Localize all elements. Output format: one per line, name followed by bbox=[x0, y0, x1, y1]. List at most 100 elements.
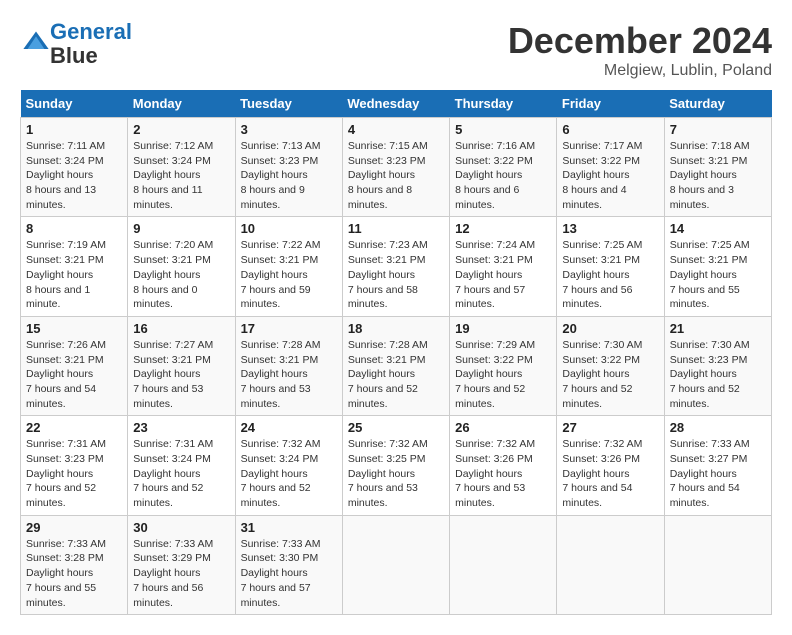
header-monday: Monday bbox=[128, 90, 235, 118]
empty-cell bbox=[342, 515, 449, 614]
day-info-4: Sunrise: 7:15 AM Sunset: 3:23 PM Dayligh… bbox=[348, 139, 444, 212]
calendar-row-4: 22 Sunrise: 7:31 AM Sunset: 3:23 PM Dayl… bbox=[21, 416, 772, 515]
day-cell-12: 12 Sunrise: 7:24 AM Sunset: 3:21 PM Dayl… bbox=[450, 217, 557, 316]
day-info-16: Sunrise: 7:27 AM Sunset: 3:21 PM Dayligh… bbox=[133, 338, 229, 411]
calendar-row-1: 1 Sunrise: 7:11 AM Sunset: 3:24 PM Dayli… bbox=[21, 118, 772, 217]
day-cell-21: 21 Sunrise: 7:30 AM Sunset: 3:23 PM Dayl… bbox=[664, 316, 771, 415]
day-number-9: 9 bbox=[133, 221, 229, 236]
day-number-24: 24 bbox=[241, 420, 337, 435]
logo-text: GeneralBlue bbox=[50, 20, 132, 68]
month-title: December 2024 bbox=[508, 20, 772, 62]
day-info-26: Sunrise: 7:32 AM Sunset: 3:26 PM Dayligh… bbox=[455, 437, 551, 510]
day-number-6: 6 bbox=[562, 122, 658, 137]
day-cell-27: 27 Sunrise: 7:32 AM Sunset: 3:26 PM Dayl… bbox=[557, 416, 664, 515]
day-info-15: Sunrise: 7:26 AM Sunset: 3:21 PM Dayligh… bbox=[26, 338, 122, 411]
day-info-6: Sunrise: 7:17 AM Sunset: 3:22 PM Dayligh… bbox=[562, 139, 658, 212]
empty-cell bbox=[557, 515, 664, 614]
day-cell-28: 28 Sunrise: 7:33 AM Sunset: 3:27 PM Dayl… bbox=[664, 416, 771, 515]
day-number-2: 2 bbox=[133, 122, 229, 137]
day-cell-17: 17 Sunrise: 7:28 AM Sunset: 3:21 PM Dayl… bbox=[235, 316, 342, 415]
page-header: GeneralBlue December 2024 Melgiew, Lubli… bbox=[20, 20, 772, 80]
day-info-8: Sunrise: 7:19 AM Sunset: 3:21 PM Dayligh… bbox=[26, 238, 122, 311]
header-friday: Friday bbox=[557, 90, 664, 118]
logo: GeneralBlue bbox=[20, 20, 132, 68]
day-number-21: 21 bbox=[670, 321, 766, 336]
day-info-24: Sunrise: 7:32 AM Sunset: 3:24 PM Dayligh… bbox=[241, 437, 337, 510]
day-number-20: 20 bbox=[562, 321, 658, 336]
day-cell-25: 25 Sunrise: 7:32 AM Sunset: 3:25 PM Dayl… bbox=[342, 416, 449, 515]
day-info-3: Sunrise: 7:13 AM Sunset: 3:23 PM Dayligh… bbox=[241, 139, 337, 212]
day-number-5: 5 bbox=[455, 122, 551, 137]
day-number-10: 10 bbox=[241, 221, 337, 236]
location: Melgiew, Lublin, Poland bbox=[508, 62, 772, 80]
header-thursday: Thursday bbox=[450, 90, 557, 118]
logo-icon bbox=[22, 28, 50, 56]
day-number-22: 22 bbox=[26, 420, 122, 435]
day-cell-2: 2 Sunrise: 7:12 AM Sunset: 3:24 PM Dayli… bbox=[128, 118, 235, 217]
day-info-13: Sunrise: 7:25 AM Sunset: 3:21 PM Dayligh… bbox=[562, 238, 658, 311]
day-number-30: 30 bbox=[133, 520, 229, 535]
day-cell-16: 16 Sunrise: 7:27 AM Sunset: 3:21 PM Dayl… bbox=[128, 316, 235, 415]
day-number-29: 29 bbox=[26, 520, 122, 535]
day-cell-19: 19 Sunrise: 7:29 AM Sunset: 3:22 PM Dayl… bbox=[450, 316, 557, 415]
day-info-11: Sunrise: 7:23 AM Sunset: 3:21 PM Dayligh… bbox=[348, 238, 444, 311]
day-number-15: 15 bbox=[26, 321, 122, 336]
day-number-11: 11 bbox=[348, 221, 444, 236]
title-block: December 2024 Melgiew, Lublin, Poland bbox=[508, 20, 772, 80]
day-number-13: 13 bbox=[562, 221, 658, 236]
day-number-3: 3 bbox=[241, 122, 337, 137]
day-cell-13: 13 Sunrise: 7:25 AM Sunset: 3:21 PM Dayl… bbox=[557, 217, 664, 316]
day-number-25: 25 bbox=[348, 420, 444, 435]
day-cell-8: 8 Sunrise: 7:19 AM Sunset: 3:21 PM Dayli… bbox=[21, 217, 128, 316]
calendar-row-3: 15 Sunrise: 7:26 AM Sunset: 3:21 PM Dayl… bbox=[21, 316, 772, 415]
day-cell-22: 22 Sunrise: 7:31 AM Sunset: 3:23 PM Dayl… bbox=[21, 416, 128, 515]
day-number-14: 14 bbox=[670, 221, 766, 236]
day-info-29: Sunrise: 7:33 AM Sunset: 3:28 PM Dayligh… bbox=[26, 537, 122, 610]
day-info-7: Sunrise: 7:18 AM Sunset: 3:21 PM Dayligh… bbox=[670, 139, 766, 212]
day-cell-26: 26 Sunrise: 7:32 AM Sunset: 3:26 PM Dayl… bbox=[450, 416, 557, 515]
day-info-27: Sunrise: 7:32 AM Sunset: 3:26 PM Dayligh… bbox=[562, 437, 658, 510]
day-number-27: 27 bbox=[562, 420, 658, 435]
day-info-23: Sunrise: 7:31 AM Sunset: 3:24 PM Dayligh… bbox=[133, 437, 229, 510]
day-info-20: Sunrise: 7:30 AM Sunset: 3:22 PM Dayligh… bbox=[562, 338, 658, 411]
empty-cell bbox=[450, 515, 557, 614]
day-cell-4: 4 Sunrise: 7:15 AM Sunset: 3:23 PM Dayli… bbox=[342, 118, 449, 217]
header-tuesday: Tuesday bbox=[235, 90, 342, 118]
day-cell-23: 23 Sunrise: 7:31 AM Sunset: 3:24 PM Dayl… bbox=[128, 416, 235, 515]
day-cell-9: 9 Sunrise: 7:20 AM Sunset: 3:21 PM Dayli… bbox=[128, 217, 235, 316]
day-number-18: 18 bbox=[348, 321, 444, 336]
day-info-14: Sunrise: 7:25 AM Sunset: 3:21 PM Dayligh… bbox=[670, 238, 766, 311]
day-info-10: Sunrise: 7:22 AM Sunset: 3:21 PM Dayligh… bbox=[241, 238, 337, 311]
day-info-19: Sunrise: 7:29 AM Sunset: 3:22 PM Dayligh… bbox=[455, 338, 551, 411]
day-cell-14: 14 Sunrise: 7:25 AM Sunset: 3:21 PM Dayl… bbox=[664, 217, 771, 316]
day-cell-18: 18 Sunrise: 7:28 AM Sunset: 3:21 PM Dayl… bbox=[342, 316, 449, 415]
header-wednesday: Wednesday bbox=[342, 90, 449, 118]
day-number-19: 19 bbox=[455, 321, 551, 336]
day-info-2: Sunrise: 7:12 AM Sunset: 3:24 PM Dayligh… bbox=[133, 139, 229, 212]
day-cell-11: 11 Sunrise: 7:23 AM Sunset: 3:21 PM Dayl… bbox=[342, 217, 449, 316]
day-number-4: 4 bbox=[348, 122, 444, 137]
day-number-26: 26 bbox=[455, 420, 551, 435]
day-number-17: 17 bbox=[241, 321, 337, 336]
day-cell-7: 7 Sunrise: 7:18 AM Sunset: 3:21 PM Dayli… bbox=[664, 118, 771, 217]
day-info-30: Sunrise: 7:33 AM Sunset: 3:29 PM Dayligh… bbox=[133, 537, 229, 610]
day-cell-3: 3 Sunrise: 7:13 AM Sunset: 3:23 PM Dayli… bbox=[235, 118, 342, 217]
day-info-25: Sunrise: 7:32 AM Sunset: 3:25 PM Dayligh… bbox=[348, 437, 444, 510]
day-cell-6: 6 Sunrise: 7:17 AM Sunset: 3:22 PM Dayli… bbox=[557, 118, 664, 217]
day-cell-30: 30 Sunrise: 7:33 AM Sunset: 3:29 PM Dayl… bbox=[128, 515, 235, 614]
weekday-header-row: Sunday Monday Tuesday Wednesday Thursday… bbox=[21, 90, 772, 118]
day-info-18: Sunrise: 7:28 AM Sunset: 3:21 PM Dayligh… bbox=[348, 338, 444, 411]
day-info-17: Sunrise: 7:28 AM Sunset: 3:21 PM Dayligh… bbox=[241, 338, 337, 411]
calendar-row-2: 8 Sunrise: 7:19 AM Sunset: 3:21 PM Dayli… bbox=[21, 217, 772, 316]
day-cell-5: 5 Sunrise: 7:16 AM Sunset: 3:22 PM Dayli… bbox=[450, 118, 557, 217]
header-sunday: Sunday bbox=[21, 90, 128, 118]
day-cell-31: 31 Sunrise: 7:33 AM Sunset: 3:30 PM Dayl… bbox=[235, 515, 342, 614]
day-number-23: 23 bbox=[133, 420, 229, 435]
day-number-31: 31 bbox=[241, 520, 337, 535]
day-number-7: 7 bbox=[670, 122, 766, 137]
day-cell-15: 15 Sunrise: 7:26 AM Sunset: 3:21 PM Dayl… bbox=[21, 316, 128, 415]
day-info-28: Sunrise: 7:33 AM Sunset: 3:27 PM Dayligh… bbox=[670, 437, 766, 510]
day-number-16: 16 bbox=[133, 321, 229, 336]
day-info-31: Sunrise: 7:33 AM Sunset: 3:30 PM Dayligh… bbox=[241, 537, 337, 610]
header-saturday: Saturday bbox=[664, 90, 771, 118]
